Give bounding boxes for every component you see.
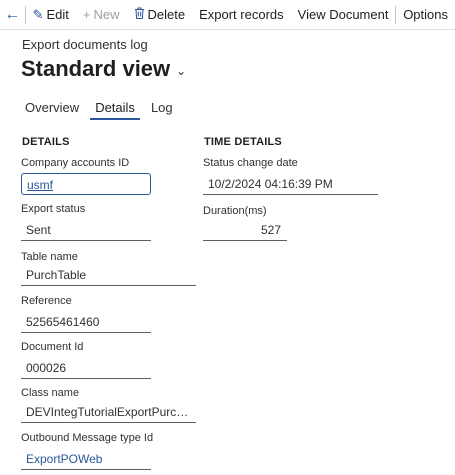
duration-label: Duration(ms) <box>203 205 267 217</box>
new-button[interactable]: + New <box>76 0 127 30</box>
pencil-icon: ✎ <box>32 6 44 22</box>
time-details-heading: TIME DETAILS <box>204 136 282 148</box>
view-document-label: View Document <box>297 7 389 22</box>
action-pane: ← ✎ Edit + New Delete Export records Vie… <box>0 0 455 30</box>
company-accounts-label: Company accounts ID <box>21 157 130 169</box>
page-title: Standard view <box>21 56 171 81</box>
view-selector[interactable]: Standard view ⌄ <box>21 56 186 82</box>
status-change-date-label: Status change date <box>203 157 298 169</box>
chevron-down-icon: ⌄ <box>176 64 187 78</box>
class-name-label: Class name <box>21 387 80 399</box>
company-accounts-field[interactable]: usmf <box>21 173 151 195</box>
export-status-field[interactable]: Sent <box>21 219 151 241</box>
tab-details[interactable]: Details <box>90 98 140 120</box>
reference-label: Reference <box>21 295 72 307</box>
plus-icon: + <box>82 7 91 22</box>
export-records-label: Export records <box>199 7 284 22</box>
export-records-button[interactable]: Export records <box>192 0 291 30</box>
options-label: Options <box>403 7 448 22</box>
company-accounts-value[interactable]: usmf <box>27 178 53 192</box>
outbound-message-type-field[interactable]: ExportPOWeb <box>21 448 151 470</box>
tab-overview[interactable]: Overview <box>20 98 84 120</box>
delete-button[interactable]: Delete <box>127 0 193 30</box>
export-status-label: Export status <box>21 203 86 215</box>
table-name-field[interactable]: PurchTable <box>21 264 196 286</box>
tab-strip: Overview Details Log <box>20 98 184 122</box>
duration-field[interactable]: 527 <box>203 219 287 241</box>
status-change-date-field[interactable]: 10/2/2024 04:16:39 PM <box>203 173 378 195</box>
view-document-button[interactable]: View Document <box>291 0 396 30</box>
delete-label: Delete <box>147 7 186 22</box>
form-caption: Export documents log <box>22 37 148 52</box>
trash-icon <box>134 7 145 22</box>
reference-field[interactable]: 52565461460 <box>21 311 151 333</box>
edit-button[interactable]: ✎ Edit <box>26 0 76 30</box>
table-name-label: Table name <box>21 251 78 263</box>
back-arrow-icon: ← <box>4 5 21 23</box>
back-button[interactable]: ← <box>0 0 25 30</box>
new-label: New <box>93 7 120 22</box>
edit-label: Edit <box>46 7 69 22</box>
details-heading: DETAILS <box>22 136 70 148</box>
outbound-message-type-label: Outbound Message type Id <box>21 432 154 444</box>
document-id-field[interactable]: 000026 <box>21 357 151 379</box>
document-id-label: Document Id <box>21 341 84 353</box>
tab-log[interactable]: Log <box>146 98 178 120</box>
class-name-field[interactable]: DEVIntegTutorialExportPurch... <box>21 401 196 423</box>
options-button[interactable]: Options <box>396 0 455 30</box>
